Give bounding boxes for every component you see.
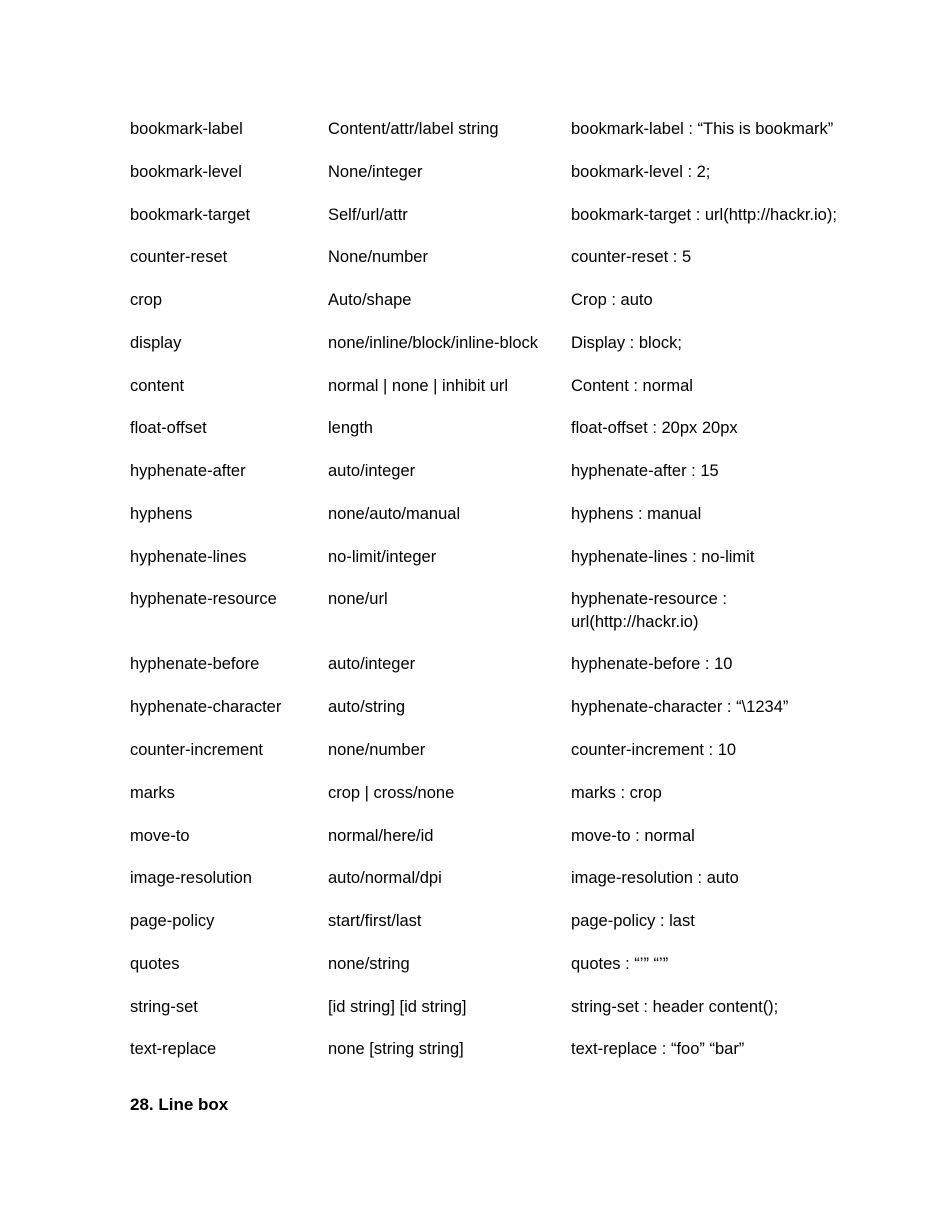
property-name: hyphenate-before bbox=[130, 653, 310, 675]
property-name: hyphenate-after bbox=[130, 460, 310, 482]
property-values: none/auto/manual bbox=[328, 503, 553, 525]
property-name: page-policy bbox=[130, 910, 310, 932]
property-name: quotes bbox=[130, 953, 310, 975]
property-values: none [string string] bbox=[328, 1038, 553, 1060]
property-values: normal | none | inhibit url bbox=[328, 375, 553, 397]
property-values: auto/integer bbox=[328, 653, 553, 675]
property-example: hyphenate-lines : no-limit bbox=[571, 546, 840, 568]
property-example: hyphenate-character : “\1234” bbox=[571, 696, 840, 718]
property-values: None/integer bbox=[328, 161, 553, 183]
property-example: marks : crop bbox=[571, 782, 840, 804]
property-values: none/number bbox=[328, 739, 553, 761]
property-name: text-replace bbox=[130, 1038, 310, 1060]
property-values: Self/url/attr bbox=[328, 204, 553, 226]
property-name: hyphens bbox=[130, 503, 310, 525]
property-example: float-offset : 20px 20px bbox=[571, 417, 840, 439]
property-example: text-replace : “foo” “bar” bbox=[571, 1038, 840, 1060]
property-values: Auto/shape bbox=[328, 289, 553, 311]
property-name: float-offset bbox=[130, 417, 310, 439]
property-values: auto/normal/dpi bbox=[328, 867, 553, 889]
property-values: None/number bbox=[328, 246, 553, 268]
property-name: hyphenate-lines bbox=[130, 546, 310, 568]
property-name: hyphenate-resource bbox=[130, 588, 310, 633]
property-values: auto/integer bbox=[328, 460, 553, 482]
property-name: bookmark-target bbox=[130, 204, 310, 226]
property-name: crop bbox=[130, 289, 310, 311]
property-values: start/first/last bbox=[328, 910, 553, 932]
property-example: bookmark-label : “This is bookmark” bbox=[571, 118, 840, 140]
property-example: hyphenate-resource : url(http://hackr.io… bbox=[571, 588, 840, 633]
property-name: hyphenate-character bbox=[130, 696, 310, 718]
property-name: display bbox=[130, 332, 310, 354]
property-example: Crop : auto bbox=[571, 289, 840, 311]
property-values: none/inline/block/inline-block bbox=[328, 332, 553, 354]
property-example: image-resolution : auto bbox=[571, 867, 840, 889]
property-name: bookmark-label bbox=[130, 118, 310, 140]
property-example: bookmark-target : url(http://hackr.io); bbox=[571, 204, 840, 226]
property-example: page-policy : last bbox=[571, 910, 840, 932]
property-example: Display : block; bbox=[571, 332, 840, 354]
property-example: hyphenate-after : 15 bbox=[571, 460, 840, 482]
property-example: counter-increment : 10 bbox=[571, 739, 840, 761]
property-name: counter-increment bbox=[130, 739, 310, 761]
property-example: counter-reset : 5 bbox=[571, 246, 840, 268]
property-example: string-set : header content(); bbox=[571, 996, 840, 1018]
property-example: move-to : normal bbox=[571, 825, 840, 847]
property-name: bookmark-level bbox=[130, 161, 310, 183]
property-values: Content/attr/label string bbox=[328, 118, 553, 140]
property-values: auto/string bbox=[328, 696, 553, 718]
section-heading: 28. Line box bbox=[130, 1095, 840, 1115]
property-example: hyphenate-before : 10 bbox=[571, 653, 840, 675]
property-values: length bbox=[328, 417, 553, 439]
property-values: none/string bbox=[328, 953, 553, 975]
property-name: content bbox=[130, 375, 310, 397]
property-values: normal/here/id bbox=[328, 825, 553, 847]
property-values: none/url bbox=[328, 588, 553, 633]
property-example: Content : normal bbox=[571, 375, 840, 397]
property-name: image-resolution bbox=[130, 867, 310, 889]
property-name: string-set bbox=[130, 996, 310, 1018]
property-name: marks bbox=[130, 782, 310, 804]
property-values: [id string] [id string] bbox=[328, 996, 553, 1018]
property-example: quotes : “’” “’” bbox=[571, 953, 840, 975]
property-name: move-to bbox=[130, 825, 310, 847]
property-example: hyphens : manual bbox=[571, 503, 840, 525]
property-values: crop | cross/none bbox=[328, 782, 553, 804]
property-table: bookmark-label Content/attr/label string b… bbox=[130, 118, 840, 1061]
property-values: no-limit/integer bbox=[328, 546, 553, 568]
property-example: bookmark-level : 2; bbox=[571, 161, 840, 183]
property-name: counter-reset bbox=[130, 246, 310, 268]
